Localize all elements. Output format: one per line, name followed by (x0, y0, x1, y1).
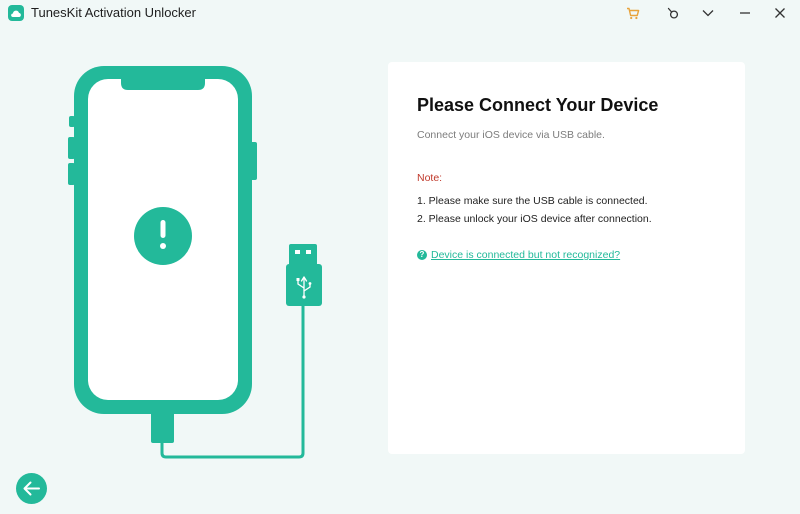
app-title: TunesKit Activation Unlocker (31, 5, 196, 20)
close-icon[interactable] (769, 3, 791, 23)
back-button[interactable] (16, 473, 47, 504)
card-subtitle: Connect your iOS device via USB cable. (417, 129, 605, 141)
exclamation-icon (134, 207, 192, 265)
minimize-icon[interactable] (734, 3, 756, 23)
back-arrow-icon (23, 481, 40, 496)
note-item: 1. Please make sure the USB cable is con… (417, 195, 648, 207)
usb-icon (286, 244, 322, 306)
app-logo-icon (8, 5, 24, 21)
feedback-icon[interactable] (662, 3, 684, 23)
title-bar: TunesKit Activation Unlocker (0, 0, 800, 26)
cart-icon[interactable] (622, 3, 644, 23)
device-not-recognized-link[interactable]: ? Device is connected but not recognized… (417, 249, 620, 261)
instruction-card: Please Connect Your Device Connect your … (388, 62, 745, 454)
help-link-text[interactable]: Device is connected but not recognized? (431, 249, 620, 261)
help-icon: ? (417, 250, 427, 260)
note-item: 2. Please unlock your iOS device after c… (417, 213, 652, 225)
note-label: Note: (417, 172, 443, 184)
menu-chevron-icon[interactable] (697, 3, 719, 23)
device-illustration (68, 66, 322, 459)
card-title: Please Connect Your Device (417, 95, 659, 115)
